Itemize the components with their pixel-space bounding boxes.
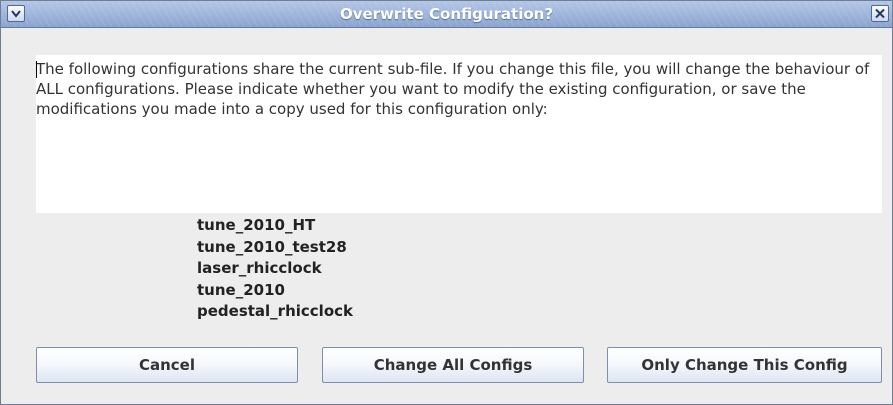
close-icon[interactable] bbox=[871, 5, 889, 22]
configuration-item: tune_2010_HT bbox=[197, 216, 316, 234]
cancel-button[interactable]: Cancel bbox=[36, 347, 298, 383]
message-text-area[interactable]: The following configurations share the c… bbox=[36, 55, 882, 213]
configuration-item: tune_2010_test28 bbox=[197, 237, 347, 256]
configuration-list: tune_2010_HT tune_2010_test28 laser_rhic… bbox=[197, 215, 353, 323]
configuration-item: laser_rhicclock bbox=[197, 259, 322, 277]
text-cursor bbox=[36, 61, 37, 78]
dialog-title: Overwrite Configuration? bbox=[339, 5, 554, 23]
configuration-item: tune_2010 bbox=[197, 280, 285, 299]
configuration-item: pedestal_rhicclock bbox=[197, 302, 353, 320]
message-text: The following configurations share the c… bbox=[36, 60, 870, 118]
change-all-configs-button[interactable]: Change All Configs bbox=[322, 347, 584, 383]
dialog-window: Overwrite Configuration? The following c… bbox=[0, 0, 893, 405]
only-change-this-config-button[interactable]: Only Change This Config bbox=[607, 347, 882, 383]
title-bar[interactable]: Overwrite Configuration? bbox=[1, 1, 892, 28]
